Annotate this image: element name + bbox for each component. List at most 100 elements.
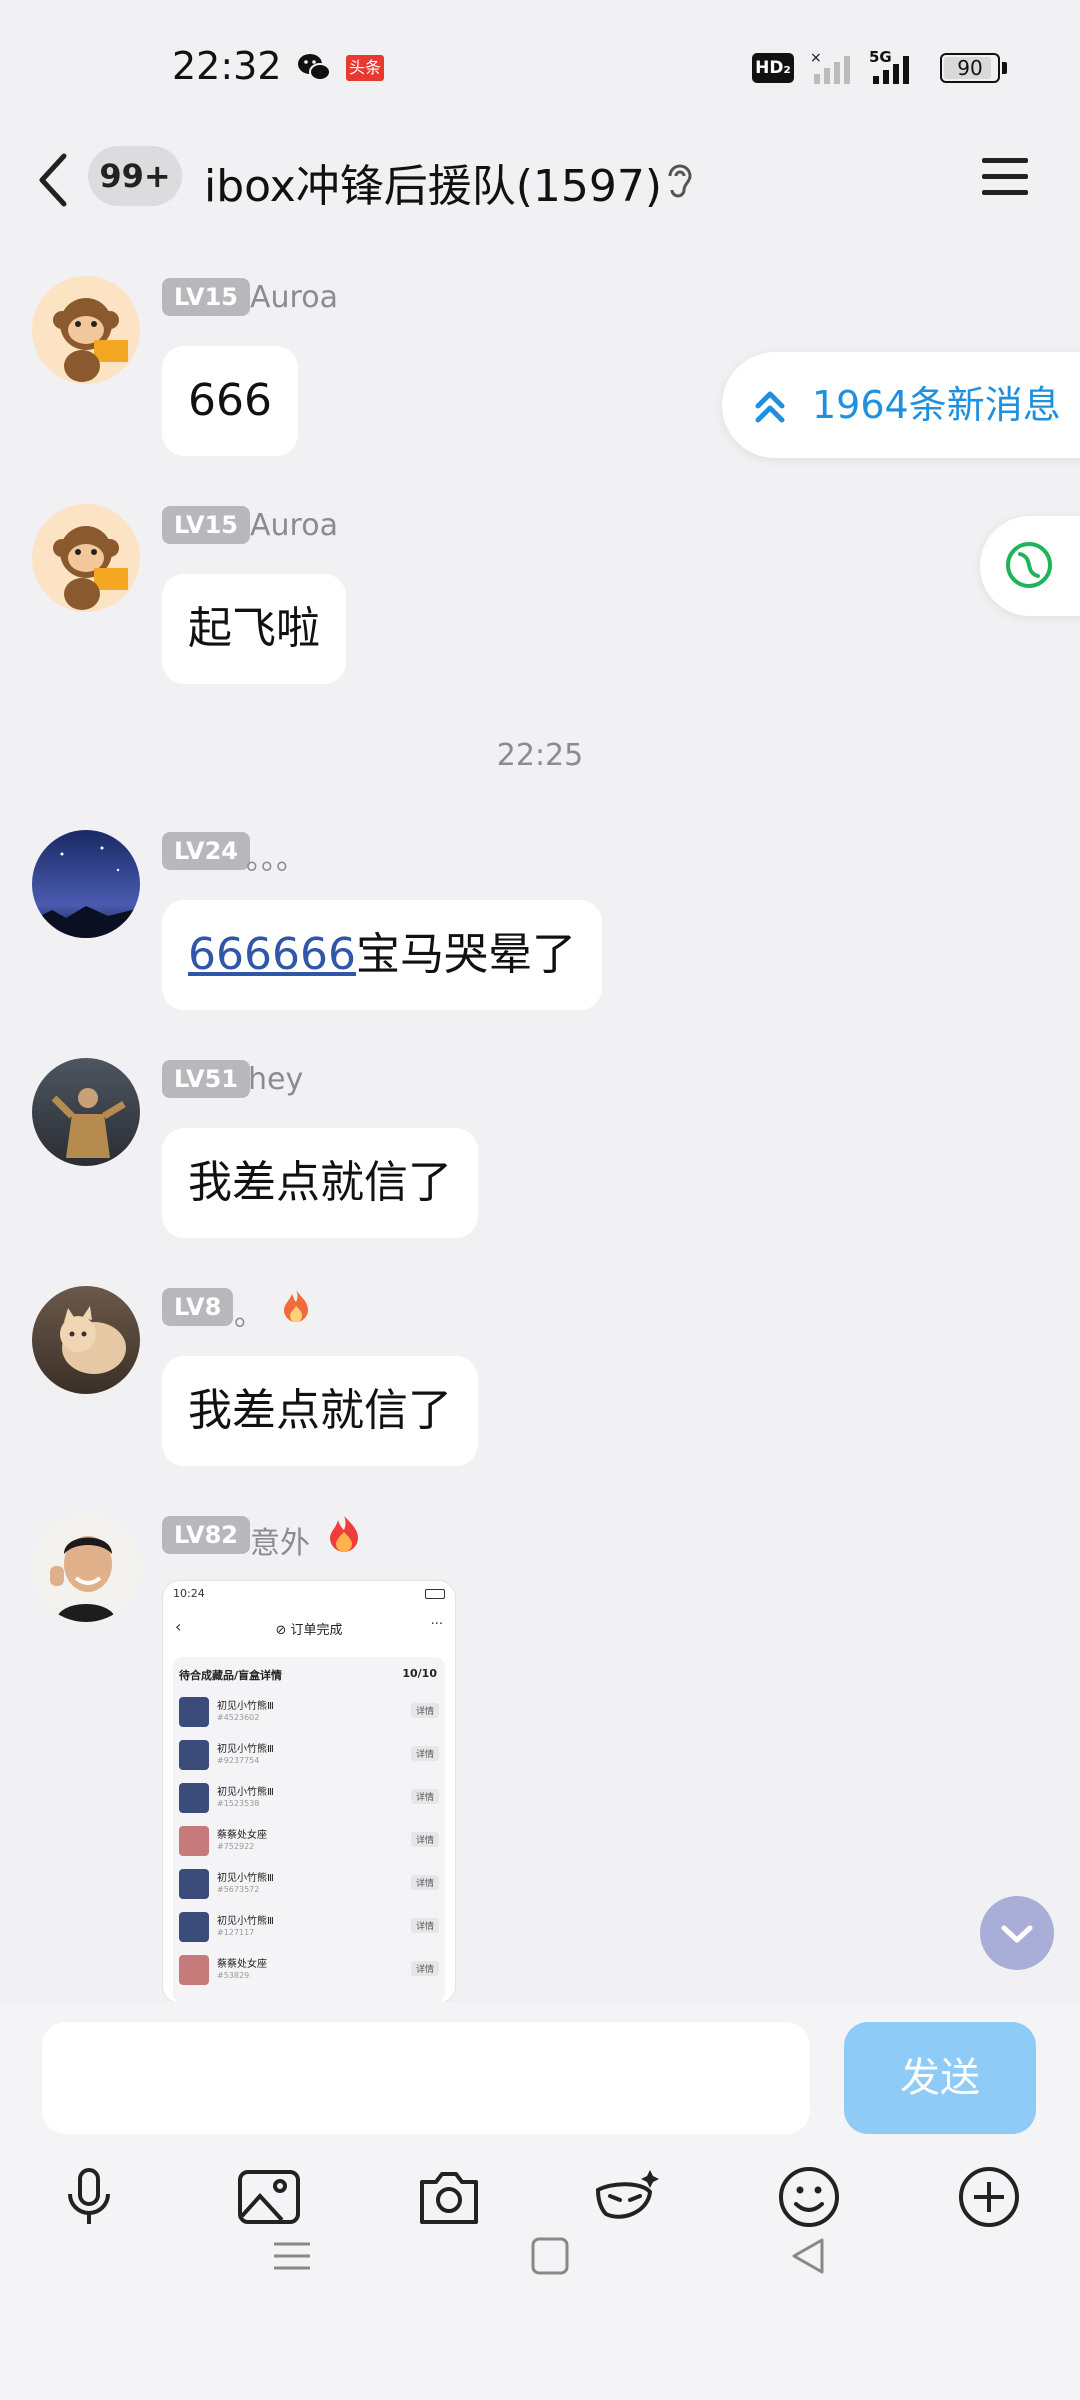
- screenshot-item: 初见小竹熊Ⅲ #9237754 详情: [179, 1738, 439, 1772]
- fire-badge-icon: [330, 1516, 358, 1552]
- avatar[interactable]: [32, 1058, 140, 1166]
- screenshot-item: 初见小竹熊Ⅲ #1523538 详情: [179, 1781, 439, 1815]
- screenshot-item: 蔡蔡处女座 #53829 详情: [179, 1953, 439, 1987]
- signal-5g-icon: 5G: [869, 48, 909, 84]
- screenshot-section: 待合成藏品/盲盒详情: [179, 1669, 283, 1682]
- level-badge: LV82: [162, 1516, 250, 1554]
- screenshot-title: ⊘ 订单完成: [275, 1623, 343, 1638]
- screenshot-detail-button: 详情: [410, 1703, 439, 1718]
- avatar[interactable]: [32, 1514, 140, 1622]
- screenshot-item-id: #5673572: [217, 1885, 260, 1894]
- screenshot-item-name: 初见小竹熊Ⅲ: [217, 1873, 274, 1884]
- hd-icon: HD₂: [752, 53, 794, 83]
- screenshot-item: 初见小竹熊Ⅲ #127117 详情: [179, 1910, 439, 1944]
- message-bubble[interactable]: 666666宝马哭晕了: [162, 900, 602, 1010]
- message-bubble[interactable]: 666: [162, 346, 298, 456]
- screenshot-item-id: #127117: [217, 1928, 255, 1937]
- screenshot-item-thumb: [179, 1912, 209, 1942]
- screenshot-item-id: #752922: [217, 1842, 255, 1851]
- battery-level: 90: [957, 56, 983, 80]
- back-arrow-icon[interactable]: [34, 150, 74, 210]
- status-bar: 22:32 头条 HD₂ × 5G 90: [0, 0, 1080, 130]
- screenshot-item: 蔡蔡处女座 #752922 详情: [179, 1824, 439, 1858]
- ear-icon[interactable]: [662, 160, 694, 200]
- screenshot-item-thumb: [179, 1869, 209, 1899]
- screenshot-item-name: 蔡蔡处女座: [217, 1830, 267, 1841]
- screenshot-item-name: 初见小竹熊Ⅲ: [217, 1701, 274, 1712]
- screenshot-item-id: #9237754: [217, 1756, 260, 1765]
- input-area: 发送: [0, 2002, 1080, 2400]
- avatar[interactable]: [32, 276, 140, 384]
- screenshot-item-name: 初见小竹熊Ⅲ: [217, 1787, 274, 1798]
- message-link[interactable]: 666666: [188, 929, 356, 980]
- message-bubble[interactable]: 我差点就信了: [162, 1128, 478, 1238]
- screenshot-item: 初见小竹熊Ⅲ #5673572 详情: [179, 1867, 439, 1901]
- screenshot-item: 初见小竹熊Ⅲ #4523602 详情: [179, 1695, 439, 1729]
- group-title[interactable]: ibox冲锋后援队(1597): [204, 150, 662, 214]
- screenshot-item-thumb: [179, 1826, 209, 1856]
- image-message[interactable]: 10:24 ‹ ⊘ 订单完成 ··· 待合成藏品/盲盒详情 10/10 初见小竹…: [162, 1580, 456, 2004]
- scroll-down-button[interactable]: [980, 1896, 1054, 1970]
- nickname[interactable]: hey: [248, 1062, 303, 1097]
- screenshot-detail-button: 详情: [410, 1746, 439, 1761]
- signal-sim1-icon: ×: [810, 50, 850, 84]
- svg-text:5G: 5G: [869, 48, 892, 66]
- chat-header: 99+ ibox冲锋后援队(1597): [0, 130, 1080, 250]
- screenshot-battery: [425, 1589, 445, 1599]
- floating-app-button[interactable]: [980, 516, 1080, 616]
- screenshot-detail-button: 详情: [410, 1832, 439, 1847]
- image-icon[interactable]: [234, 2162, 304, 2232]
- level-badge: LV51: [162, 1060, 250, 1098]
- battery-tip: [1002, 62, 1007, 74]
- wechat-icon: [298, 54, 331, 81]
- status-time: 22:32: [172, 44, 282, 88]
- toutiao-icon: 头条: [346, 55, 384, 81]
- message-text: 宝马哭晕了: [355, 929, 576, 980]
- level-badge: LV24: [162, 832, 250, 870]
- send-button[interactable]: 发送: [844, 2022, 1036, 2134]
- screenshot-item-id: #53829: [217, 1971, 250, 1980]
- message-bubble[interactable]: 我差点就信了: [162, 1356, 478, 1466]
- new-messages-label: 1964条新消息: [812, 383, 1061, 427]
- message-input[interactable]: [42, 2022, 810, 2134]
- screenshot-more-icon: ···: [430, 1617, 443, 1632]
- nav-back-icon[interactable]: [786, 2234, 830, 2278]
- recent-apps-icon[interactable]: [270, 2234, 314, 2278]
- avatar[interactable]: [32, 504, 140, 612]
- nickname[interactable]: 。。。: [246, 834, 306, 878]
- mask-sticker-icon[interactable]: [592, 2162, 662, 2232]
- level-badge: LV8: [162, 1288, 234, 1326]
- home-icon[interactable]: [528, 2234, 572, 2278]
- screenshot-detail-button: 详情: [410, 1961, 439, 1976]
- screenshot-item-thumb: [179, 1955, 209, 1985]
- screenshot-item-name: 蔡蔡处女座: [217, 1959, 267, 1970]
- screenshot-detail-button: 详情: [410, 1789, 439, 1804]
- avatar[interactable]: [32, 1286, 140, 1394]
- timestamp: 22:25: [496, 738, 584, 773]
- camera-icon[interactable]: [414, 2162, 484, 2232]
- screenshot-item-thumb: [179, 1740, 209, 1770]
- nickname[interactable]: 意外: [250, 1518, 310, 1562]
- message-bubble[interactable]: 起飞啦: [162, 574, 346, 684]
- screenshot-item-id: #1523538: [217, 1799, 260, 1808]
- screenshot-item-name: 初见小竹熊Ⅲ: [217, 1744, 274, 1755]
- screenshot-detail-button: 详情: [410, 1875, 439, 1890]
- chevron-down-icon: [1001, 1925, 1033, 1943]
- avatar[interactable]: [32, 830, 140, 938]
- plus-icon[interactable]: [954, 2162, 1024, 2232]
- new-messages-button[interactable]: 1964条新消息: [722, 352, 1080, 458]
- screenshot-card: 待合成藏品/盲盒详情 10/10 初见小竹熊Ⅲ #4523602 详情 初见小竹熊Ⅲ #…: [173, 1657, 445, 2003]
- double-chevron-up-icon: [755, 391, 785, 423]
- screenshot-time: 10:24: [173, 1587, 205, 1600]
- screenshot-item-thumb: [179, 1783, 209, 1813]
- microphone-icon[interactable]: [54, 2162, 124, 2232]
- level-badge: LV15: [162, 506, 250, 544]
- emoji-icon[interactable]: [774, 2162, 844, 2232]
- nickname[interactable]: 。: [234, 1290, 264, 1334]
- svg-text:×: ×: [810, 50, 822, 66]
- nickname[interactable]: Auroa: [250, 508, 338, 543]
- menu-icon[interactable]: [980, 154, 1030, 200]
- nickname[interactable]: Auroa: [250, 280, 338, 315]
- unread-badge[interactable]: 99+: [88, 146, 182, 206]
- fire-badge-icon: [284, 1290, 308, 1322]
